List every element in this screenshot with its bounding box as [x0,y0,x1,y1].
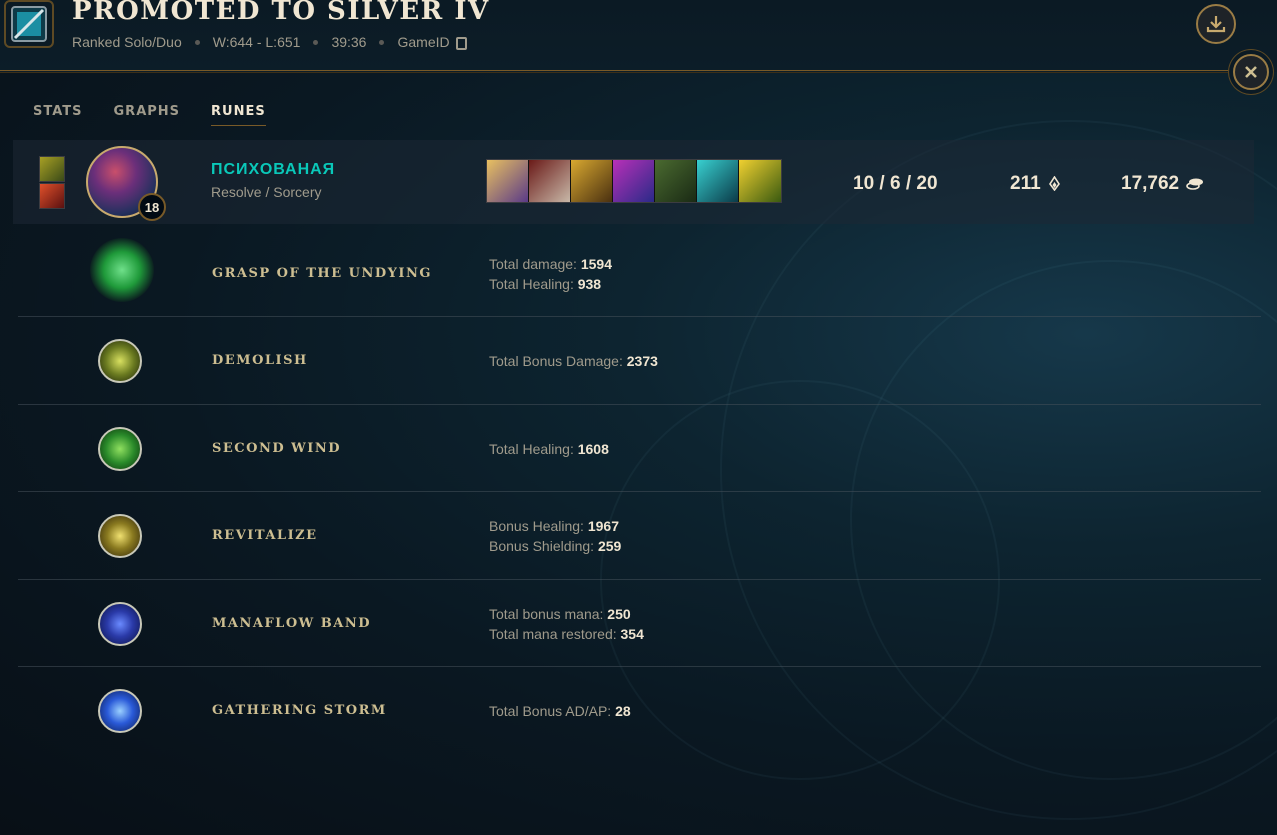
copy-icon[interactable] [455,36,467,50]
game-duration: 39:36 [331,34,367,50]
rune-name: GRASP OF THE UNDYING [212,266,432,281]
item-slot-5-icon[interactable] [655,160,697,202]
separator-dot [313,39,319,45]
rune-stat-line: Total bonus mana: 250 [489,606,631,622]
close-button[interactable] [1233,54,1269,90]
rune-row-demolish: DEMOLISH Total Bonus Damage: 2373 [18,317,1261,405]
rune-stats: Total Bonus AD/AP: 28 [489,701,631,721]
rune-stat-line: Total Bonus Damage: 2373 [489,353,658,369]
tab-graphs[interactable]: GRAPHS [114,104,181,126]
gathering-storm-icon [98,689,142,733]
rune-stats: Total damage: 1594 Total Healing: 938 [489,254,612,294]
tab-stats[interactable]: STATS [33,104,83,126]
item-slot-3-icon[interactable] [571,160,613,202]
champion-level-badge: 18 [138,193,166,221]
tab-runes[interactable]: RUNES [211,104,266,126]
revitalize-icon [98,514,142,558]
item-slot-4-icon[interactable] [613,160,655,202]
rune-stats: Total Healing: 1608 [489,439,609,459]
rune-stats: Total Bonus Damage: 2373 [489,351,658,371]
page-title: PROMOTED TO SILVER IV [72,0,490,26]
kda-score: 10 / 6 / 20 [853,173,938,194]
rune-stat-line: Total Healing: 938 [489,276,602,292]
separator-dot [379,39,385,45]
rune-stat-line: Bonus Shielding: 259 [489,538,622,554]
game-meta: Ranked Solo/Duo W:644 - L:651 39:36 Game… [72,34,467,50]
rune-row-manaflow-band: MANAFLOW BAND Total bonus mana: 250 Tota… [18,580,1261,667]
gold-earned: 17,762 [1121,173,1204,195]
rune-name: REVITALIZE [212,528,318,543]
creep-score: 211 [1010,173,1061,195]
rune-row-grasp-of-the-undying: GRASP OF THE UNDYING Total damage: 1594 … [18,226,1261,317]
rune-stat-line: Total Bonus AD/AP: 28 [489,703,631,719]
rune-stats: Total bonus mana: 250 Total mana restore… [489,604,644,644]
grasp-of-the-undying-icon [90,238,154,302]
queue-type: Ranked Solo/Duo [72,34,182,50]
manaflow-band-icon [98,602,142,646]
item-slot-6-icon[interactable] [697,160,739,202]
summoner-spell-ignite-icon [39,183,65,209]
trinket-slot-icon[interactable] [739,160,781,202]
tab-bar: STATS GRAPHS RUNES [33,104,297,126]
rune-stat-line: Total damage: 1594 [489,256,612,272]
gold-earned-value: 17,762 [1121,173,1180,194]
header-divider [0,70,1240,73]
rune-row-second-wind: SECOND WIND Total Healing: 1608 [18,405,1261,492]
player-row[interactable]: 18 ПСИХОВАНАЯ Resolve / Sorcery 10 / 6 /… [13,140,1254,224]
demolish-icon [98,339,142,383]
rune-row-revitalize: REVITALIZE Bonus Healing: 1967 Bonus Shi… [18,492,1261,580]
win-loss-record: W:644 - L:651 [212,34,301,50]
rune-stat-line: Bonus Healing: 1967 [489,518,619,534]
rune-stats: Bonus Healing: 1967 Bonus Shielding: 259 [489,516,621,556]
gold-coins-icon [1186,178,1204,190]
minion-icon [1048,176,1060,192]
post-game-header: PROMOTED TO SILVER IV Ranked Solo/Duo W:… [0,0,1277,72]
separator-dot [194,39,200,45]
rune-name: MANAFLOW BAND [212,616,371,631]
rune-row-gathering-storm: GATHERING STORM Total Bonus AD/AP: 28 [18,667,1261,755]
rank-emblem-icon [4,0,54,48]
rune-name: GATHERING STORM [212,703,387,718]
rune-stat-line: Total Healing: 1608 [489,441,609,457]
player-name[interactable]: ПСИХОВАНАЯ [211,161,335,179]
item-slot-2-icon[interactable] [529,160,571,202]
item-slots [486,159,782,203]
rune-name: DEMOLISH [212,353,308,368]
game-id-label: GameID [397,34,450,50]
download-button[interactable] [1196,4,1236,44]
close-icon [1245,66,1257,78]
item-slot-1-icon[interactable] [487,160,529,202]
creep-score-value: 211 [1010,173,1041,194]
download-icon [1206,16,1226,33]
rune-stat-line: Total mana restored: 354 [489,626,644,642]
rune-paths: Resolve / Sorcery [211,184,322,200]
second-wind-icon [98,427,142,471]
summoner-spell-ghost-icon [39,156,65,182]
rune-name: SECOND WIND [212,441,341,456]
